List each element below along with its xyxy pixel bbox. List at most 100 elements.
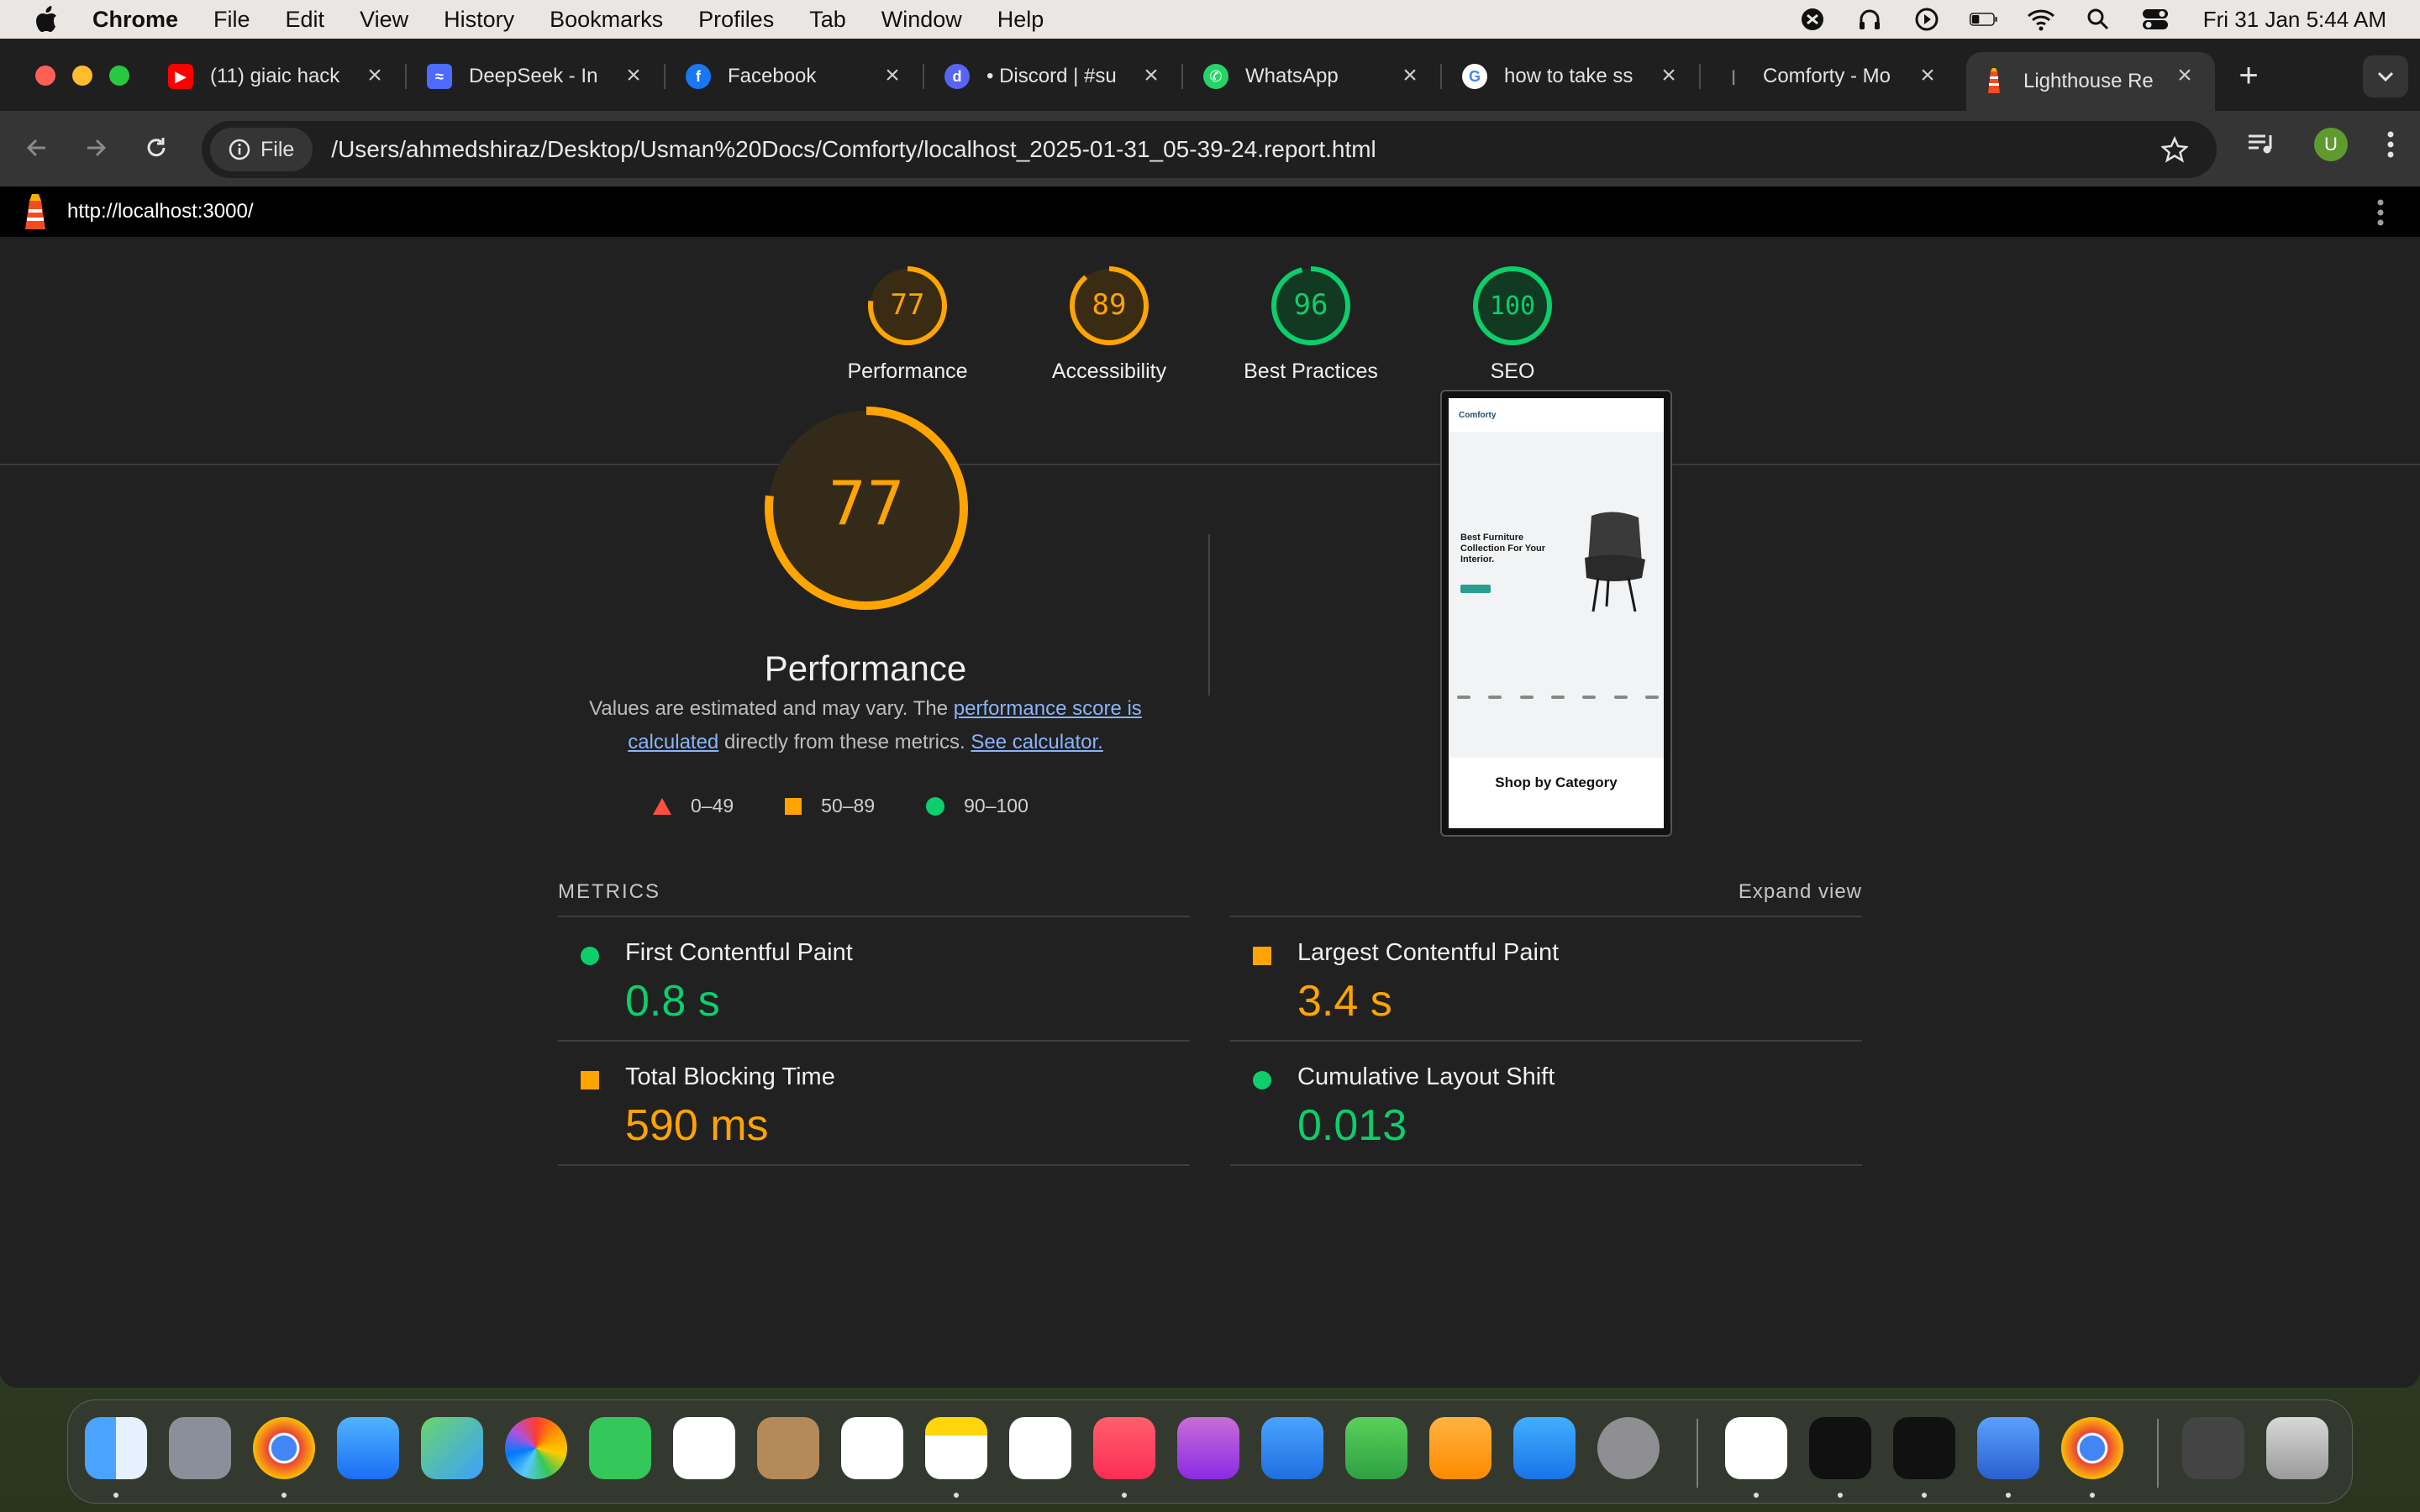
legend-label: 0–49 (691, 795, 734, 816)
dock-separator (1697, 1419, 1698, 1488)
freeform-icon[interactable] (1009, 1417, 1071, 1479)
metric-value: 0.8 s (625, 977, 720, 1026)
metric-value: 0.013 (1297, 1101, 1407, 1150)
performance-description: Values are estimated and may vary. The p… (555, 692, 1176, 759)
triangle-fail-icon (653, 797, 671, 815)
running-indicator (1922, 1493, 1927, 1498)
performance-section: 77 Performance Values are estimated and … (0, 39, 2420, 1166)
dock-separator (2157, 1419, 2159, 1488)
metrics-divider (558, 1164, 1190, 1166)
running-indicator (113, 1493, 118, 1498)
chair-image (1585, 512, 1645, 612)
screenshot-brand: Comforty (1459, 410, 1497, 420)
desc-text: directly from these metrics. (718, 731, 971, 753)
headphones-icon[interactable] (1855, 7, 1884, 32)
menu-history[interactable]: History (444, 7, 514, 33)
finder-icon[interactable] (85, 1417, 147, 1479)
contacts-icon[interactable] (757, 1417, 819, 1479)
running-indicator (2090, 1493, 2095, 1498)
brand-logos-strip (1457, 696, 1659, 704)
trash-icon[interactable] (2266, 1417, 2328, 1479)
browser-window: ▶ (11) giaic hack × ≈ DeepSeek - In × f … (0, 39, 2420, 1388)
menu-file[interactable]: File (213, 7, 250, 33)
screenshot-header: Comforty (1449, 398, 1664, 432)
score-legend: 0–49 50–89 90–100 (652, 795, 1028, 817)
photos-icon[interactable] (505, 1417, 567, 1479)
menu-app-name[interactable]: Chrome (92, 7, 178, 33)
menu-help[interactable]: Help (997, 7, 1044, 33)
metrics-heading: METRICS (558, 880, 660, 903)
maps-icon[interactable] (421, 1417, 483, 1479)
app-store-icon[interactable] (1513, 1417, 1576, 1479)
menu-view[interactable]: View (360, 7, 408, 33)
calendar-icon[interactable] (673, 1417, 735, 1479)
app-icon[interactable] (1893, 1417, 1955, 1479)
status-app-icon[interactable] (1798, 7, 1827, 32)
launchpad-icon[interactable] (169, 1417, 231, 1479)
menu-bookmarks[interactable]: Bookmarks (550, 7, 663, 33)
reminders-icon[interactable] (841, 1417, 903, 1479)
running-indicator (1754, 1493, 1759, 1498)
metric-fcp[interactable]: First Contentful Paint 0.8 s (558, 917, 1190, 1040)
metric-tbt[interactable]: Total Blocking Time 590 ms (558, 1042, 1190, 1164)
music-icon[interactable] (1093, 1417, 1155, 1479)
spotlight-search-icon[interactable] (2084, 7, 2112, 32)
legend-pass: 90–100 (925, 795, 1028, 817)
running-indicator (1122, 1493, 1127, 1498)
performance-title: Performance (764, 648, 967, 688)
chrome-icon[interactable] (253, 1417, 315, 1479)
metric-value: 3.4 s (1297, 977, 1392, 1026)
section-divider (1208, 534, 1210, 696)
expand-view-toggle[interactable]: Expand view (1706, 880, 1862, 904)
performance-big-gauge: 77 (765, 407, 968, 610)
vscode-icon[interactable] (1725, 1417, 1787, 1479)
facetime-icon[interactable] (589, 1417, 651, 1479)
xcode-icon[interactable] (1977, 1417, 2039, 1479)
metric-name: Largest Contentful Paint (1297, 939, 1560, 966)
play-circle-icon[interactable] (1912, 7, 1941, 32)
screenshot-hero-text: Best Furniture Collection For Your Inter… (1460, 533, 1546, 564)
metric-lcp[interactable]: Largest Contentful Paint 3.4 s (1230, 917, 1862, 1040)
screenshot-shop-section: Shop by Category (1449, 758, 1664, 828)
notes-icon[interactable] (925, 1417, 987, 1479)
screenshot-section-title: Shop by Category (1495, 774, 1618, 790)
mail-icon[interactable] (337, 1417, 399, 1479)
menu-tab[interactable]: Tab (809, 7, 846, 33)
menu-profiles[interactable]: Profiles (698, 7, 774, 33)
menu-bar-clock[interactable]: Fri 31 Jan 5:44 AM (2203, 7, 2386, 33)
metrics-divider (1230, 1164, 1862, 1166)
cursor-app-icon[interactable] (1809, 1417, 1871, 1479)
wifi-icon[interactable] (2027, 7, 2055, 32)
menu-window[interactable]: Window (881, 7, 962, 33)
legend-fail: 0–49 (652, 795, 734, 817)
chrome-icon[interactable] (2061, 1417, 2123, 1479)
system-settings-icon[interactable] (1597, 1417, 1660, 1479)
running-indicator (954, 1493, 959, 1498)
numbers-icon[interactable] (1345, 1417, 1407, 1479)
running-indicator (1838, 1493, 1843, 1498)
circle-pass-icon (581, 947, 599, 965)
podcasts-icon[interactable] (1177, 1417, 1239, 1479)
control-center-icon[interactable] (2141, 7, 2170, 32)
square-average-icon (1253, 947, 1271, 965)
metric-name: First Contentful Paint (625, 939, 853, 966)
metric-value: 590 ms (625, 1101, 769, 1150)
apple-icon[interactable] (34, 5, 59, 34)
circle-pass-icon (926, 796, 945, 816)
screenshot-hero-button (1460, 585, 1491, 593)
circle-pass-icon (1253, 1071, 1271, 1089)
see-calculator-link[interactable]: See calculator. (971, 731, 1102, 753)
final-screenshot[interactable]: Comforty Best Furniture Collection For Y… (1440, 390, 1672, 837)
metric-name: Cumulative Layout Shift (1297, 1063, 1555, 1090)
menu-edit[interactable]: Edit (286, 7, 325, 33)
running-indicator (2006, 1493, 2011, 1498)
downloads-stack-icon[interactable] (2182, 1417, 2244, 1479)
metric-cls[interactable]: Cumulative Layout Shift 0.013 (1230, 1042, 1862, 1164)
screenshot-page: Comforty Best Furniture Collection For Y… (1449, 398, 1664, 828)
square-average-icon (785, 797, 802, 815)
battery-icon[interactable] (1969, 7, 1998, 32)
pages-icon[interactable] (1429, 1417, 1491, 1479)
legend-average: 50–89 (784, 795, 875, 817)
keynote-icon[interactable] (1261, 1417, 1323, 1479)
desc-text: Values are estimated and may vary. The (589, 697, 954, 720)
